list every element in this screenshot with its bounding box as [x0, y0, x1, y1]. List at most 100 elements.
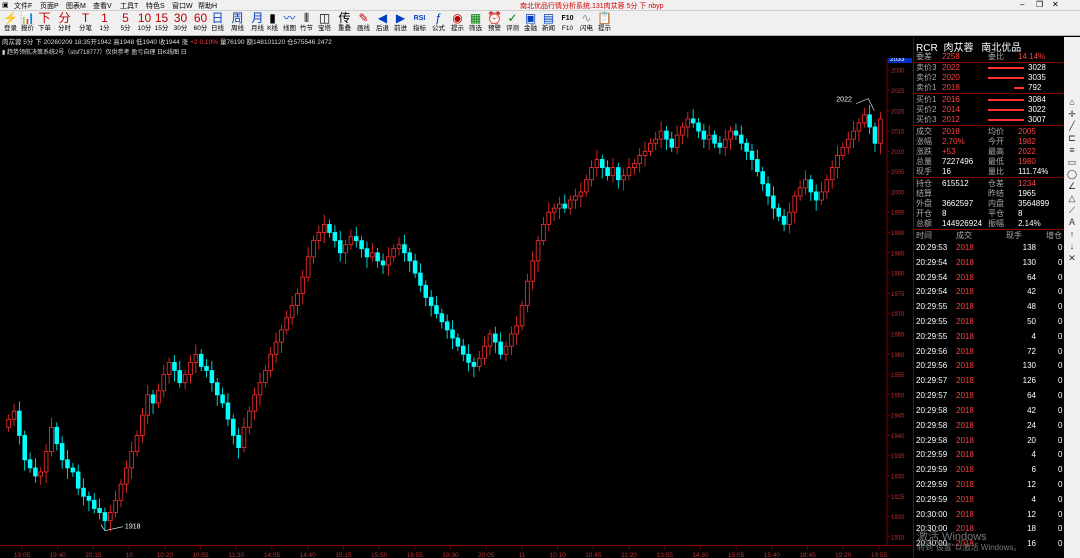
arrow-down-icon[interactable]: ↓	[1067, 241, 1077, 251]
arrow-up-icon[interactable]: ↑	[1067, 229, 1077, 239]
angle-icon[interactable]: ∠	[1067, 181, 1077, 191]
toolbar-alert-button[interactable]: ⏰ 预警	[486, 12, 503, 33]
restore-icon[interactable]: ❐	[1036, 0, 1043, 9]
crosshair-icon[interactable]: ✛	[1067, 109, 1077, 119]
fibonacci-icon[interactable]: ≡	[1067, 145, 1077, 155]
toolbar-evaluate-button[interactable]: ✓ 评测	[504, 12, 521, 33]
info-field: 额148101120	[246, 39, 286, 46]
rectangle-icon[interactable]: ▭	[1067, 157, 1077, 167]
candle-body	[129, 451, 134, 469]
toolbar-forward-button[interactable]: ▶ 前进	[392, 12, 409, 33]
toolbar-1min-button[interactable]: 1 1分	[96, 12, 113, 33]
quote-icon: 📊	[20, 11, 35, 25]
stat-label: 均价	[988, 127, 1004, 136]
toolbar-draw-button[interactable]: ✎ 画线	[355, 12, 372, 33]
candle-body	[407, 252, 413, 262]
toolbar-quote-button[interactable]: 📊 报价	[19, 12, 36, 33]
toolbar-kline-button[interactable]: ▮ K线	[264, 12, 281, 33]
toolbar-f10-button[interactable]: F10 F10	[559, 12, 576, 33]
toolbar-bamboo-button[interactable]: ⦀ 竹节	[298, 12, 315, 33]
candle-body	[803, 179, 808, 189]
channel-icon[interactable]: ⊏	[1067, 133, 1077, 143]
price-tick-label: 1915	[891, 535, 905, 541]
toolbar-weekly-button[interactable]: 周周线	[229, 12, 246, 33]
toolbar-overlay-button[interactable]: 传重叠	[336, 12, 353, 33]
candle-body	[70, 467, 76, 473]
toolbar-tick-button[interactable]: T 分笔	[77, 12, 94, 33]
toolbar-news-button[interactable]: ▤ 新闻	[540, 12, 557, 33]
time-tick-label: 11:20	[621, 552, 637, 558]
toolbar-tips-button[interactable]: ◉ 提示	[449, 12, 466, 33]
toolbar-finance-button[interactable]: ▣ 金融	[522, 12, 539, 33]
home-icon[interactable]: ⌂	[1067, 97, 1077, 107]
toolbar-indicator-button[interactable]: RSI 指标	[411, 12, 428, 33]
candle-body	[594, 159, 600, 168]
menu-help[interactable]: 帮助H	[198, 1, 217, 11]
info-field: 0.10%	[199, 39, 218, 46]
tick-volume: 12	[1027, 479, 1036, 489]
candle-body	[819, 191, 824, 201]
menu-window[interactable]: 窗口W	[172, 1, 193, 11]
menu-view[interactable]: 查看V	[93, 1, 112, 11]
tick-oi: 0	[1058, 272, 1063, 282]
candle-body	[648, 142, 653, 152]
current-price-label: 2033	[890, 58, 905, 63]
toolbar-60min-button[interactable]: 60 60分	[192, 12, 209, 33]
menu-page[interactable]: 页面P	[40, 1, 59, 11]
quote-panel: RCR 肉苁蓉 南北优品 委差 2258 委比 14.14% 卖价3 2022 3028 卖价…	[913, 37, 1080, 558]
tick-time: 20:29:56	[916, 346, 948, 356]
toolbar-15min-button[interactable]: 15 15分	[153, 12, 170, 33]
menu-file[interactable]: 文件F	[14, 1, 32, 11]
line-chart-icon: 〰	[283, 11, 296, 25]
toolbar-daily-button[interactable]: 日日线	[209, 12, 226, 33]
toolbar-order-button[interactable]: 下下单	[36, 12, 53, 33]
bid-volume: 3007	[1028, 115, 1046, 124]
tick-price: 2018	[956, 465, 974, 475]
menu-chart[interactable]: 图表M	[66, 1, 86, 11]
candle-body	[450, 329, 455, 339]
ray-icon[interactable]: ⟋	[1067, 205, 1077, 215]
candle-body	[599, 159, 605, 168]
stat-label: 昨结	[988, 189, 1004, 198]
toolbar-flash-button[interactable]: ∿ 闪电	[578, 12, 595, 33]
close-icon[interactable]: ✕	[1052, 0, 1059, 9]
candle-body	[257, 382, 263, 396]
bid-volume-bar	[988, 109, 1024, 111]
toolbar-5min-button[interactable]: 5 5分	[117, 12, 134, 33]
tick-volume: 4	[1031, 450, 1036, 460]
ask-volume-bar	[1014, 87, 1024, 89]
toolbar-10min-button[interactable]: 10 10分	[136, 12, 153, 33]
notes-icon: 📋	[597, 11, 612, 25]
trendline-icon[interactable]: ╱	[1067, 121, 1077, 131]
tick-volume: 130	[1022, 361, 1036, 371]
candle-body	[525, 280, 530, 306]
candle-body	[386, 256, 391, 266]
toolbar-login-button[interactable]: ⚡ 登录	[2, 12, 19, 33]
minimize-icon[interactable]: –	[1020, 0, 1024, 9]
stat-row: 总额 144926924 振幅 2.14%	[914, 219, 1064, 229]
price-tick-label: 2010	[891, 150, 905, 156]
candle-body	[455, 337, 461, 347]
candlestick-chart[interactable]: 2030 2025 2020 2015 2010 2005 2000 1995 1990 1985…	[0, 58, 913, 545]
text-tool-icon[interactable]: A	[1067, 217, 1077, 227]
candle-body	[273, 341, 279, 355]
tick-oi: 0	[1058, 405, 1063, 415]
menu-tools[interactable]: 工具T	[120, 1, 138, 11]
toolbar-back-button[interactable]: ◀ 后退	[374, 12, 391, 33]
bid-price: 2014	[942, 105, 960, 114]
toolbar-label: 新闻	[542, 25, 555, 32]
toolbar-formula-button[interactable]: ƒ 公式	[430, 12, 447, 33]
toolbar-line-chart-button[interactable]: 〰线图	[281, 12, 298, 33]
price-tick-label: 2030	[891, 69, 905, 75]
toolbar-notes-button[interactable]: 📋 提示	[596, 12, 613, 33]
triangle-icon[interactable]: △	[1067, 193, 1077, 203]
toolbar-filter-button[interactable]: ▦ 筛选	[467, 12, 484, 33]
side-toolbar: ⌂ ✛ ╱ ⊏ ≡ ▭ ◯ ∠ △ ⟋ A ↑ ↓ ✕	[1064, 37, 1080, 558]
delete-drawing-icon[interactable]: ✕	[1067, 253, 1077, 263]
toolbar-tower-button[interactable]: ◫ 宝塔	[316, 12, 333, 33]
toolbar-timeshare-button[interactable]: 分分时	[56, 12, 73, 33]
tick-volume: 50	[1027, 317, 1036, 327]
toolbar-30min-button[interactable]: 30 30分	[172, 12, 189, 33]
ellipse-icon[interactable]: ◯	[1067, 169, 1077, 179]
menu-features[interactable]: 特色S	[146, 1, 165, 11]
